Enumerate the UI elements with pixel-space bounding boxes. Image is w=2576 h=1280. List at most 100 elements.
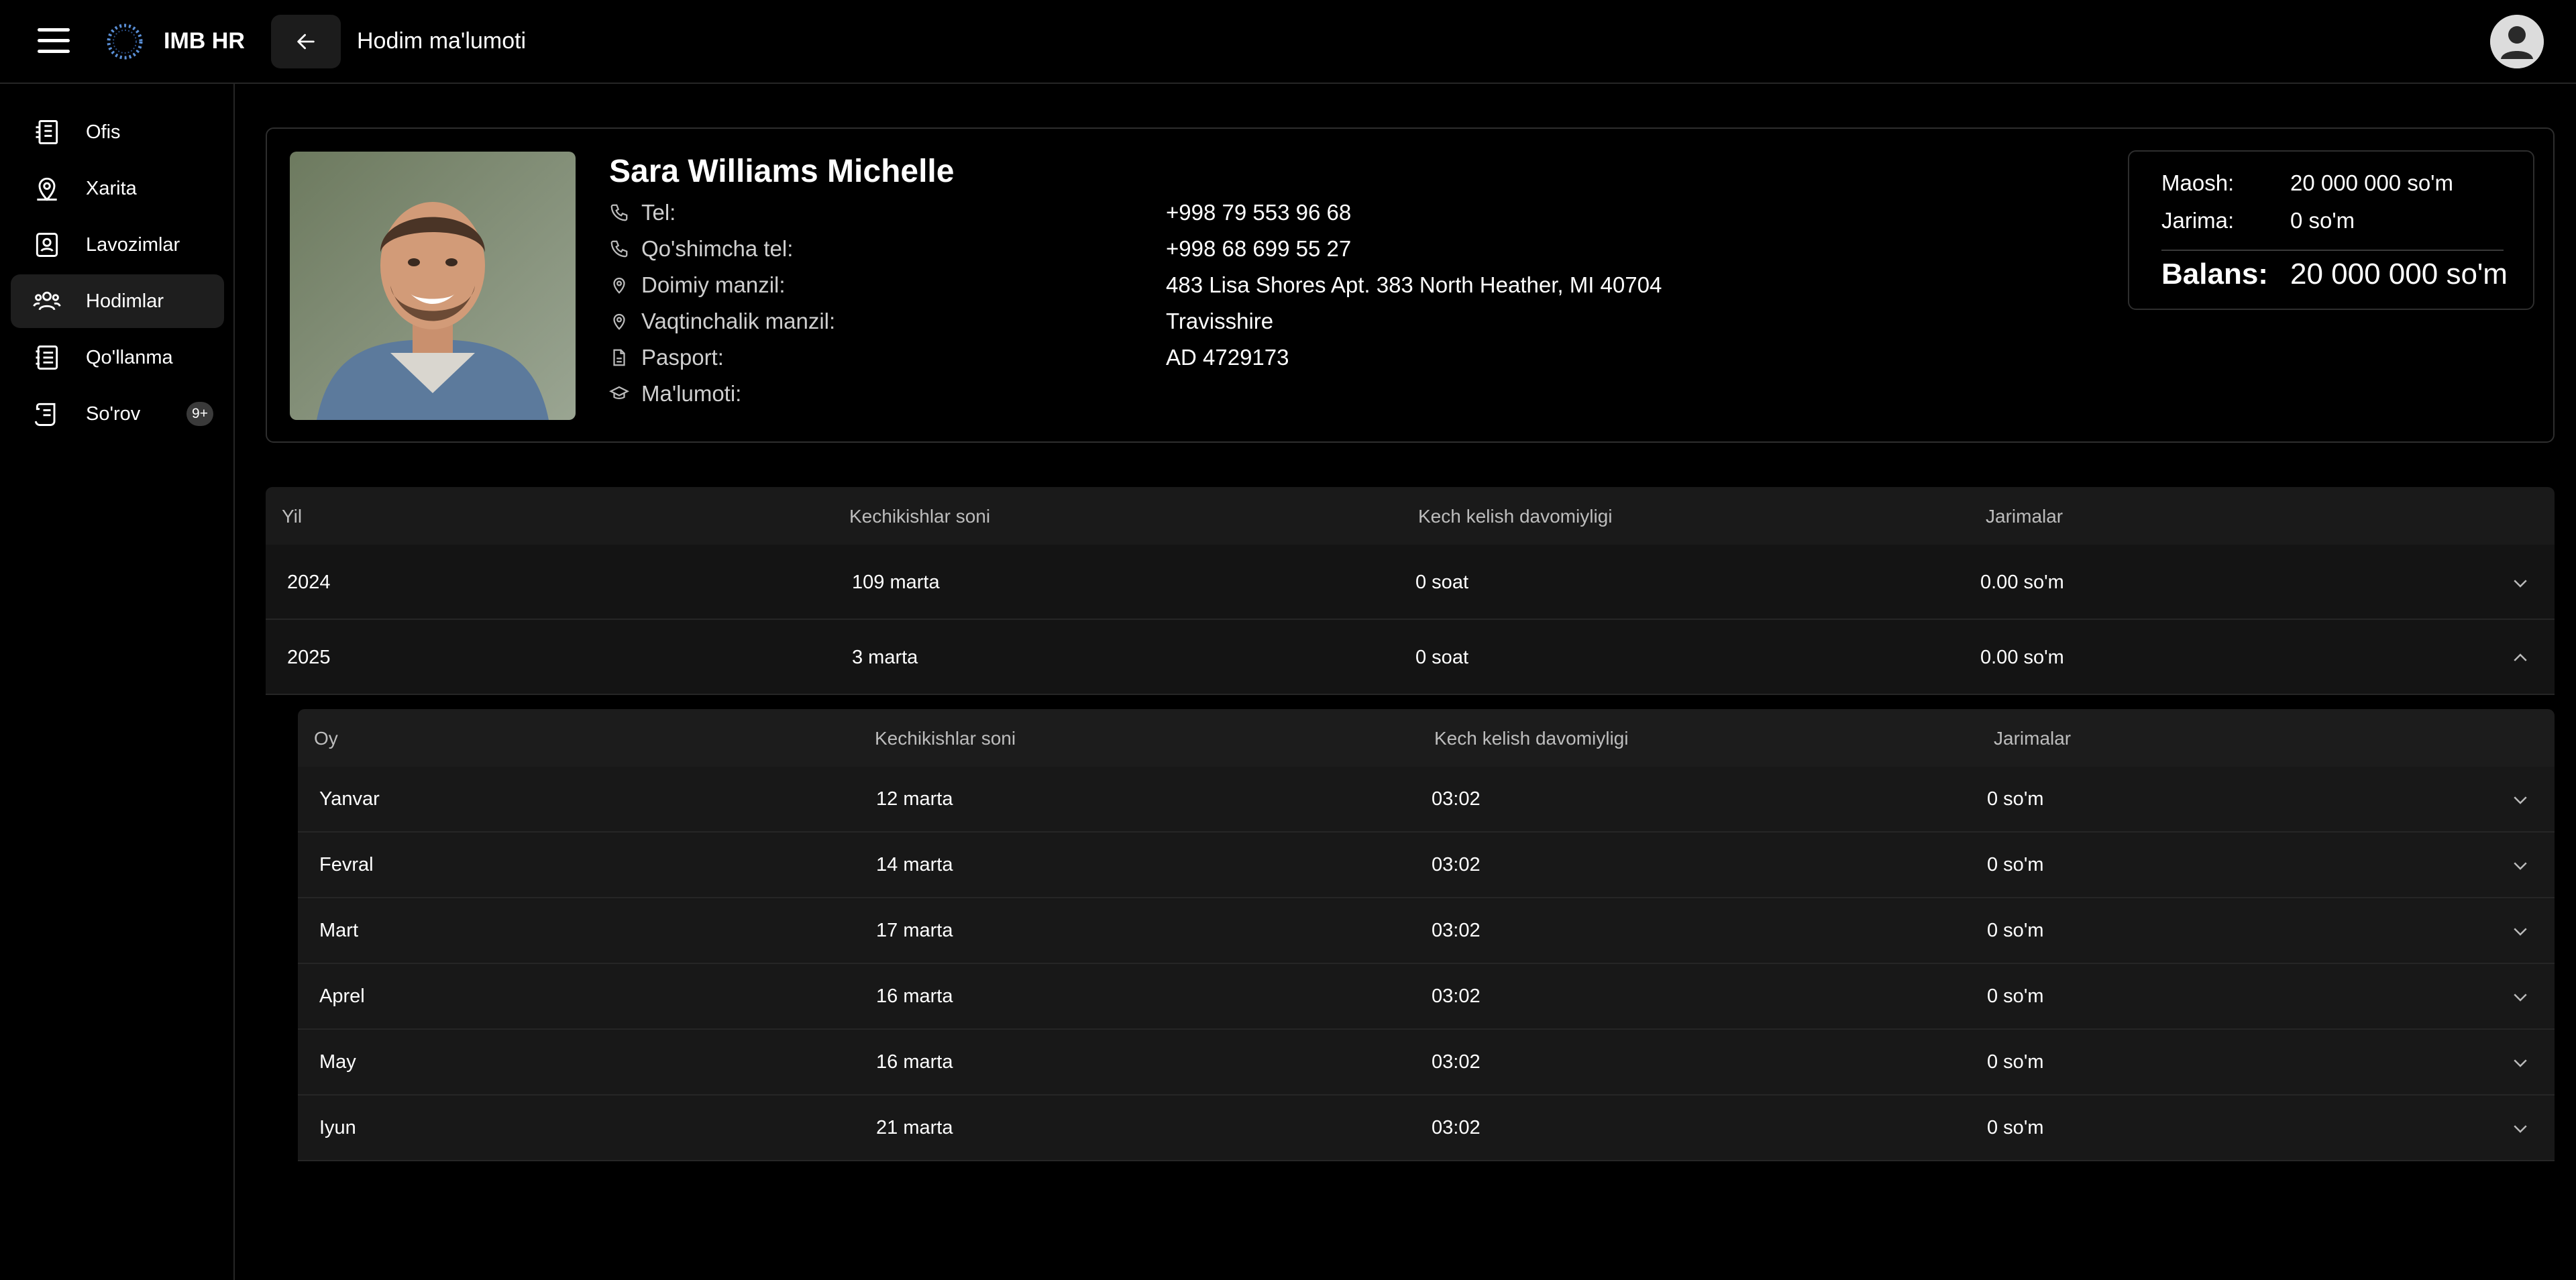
field-label: Pasport: (641, 345, 724, 370)
top-bar: IMB HR Hodim ma'lumoti (0, 0, 2576, 84)
sidebar-item-qollanma[interactable]: Qo'llanma (11, 331, 224, 384)
employee-photo (290, 152, 576, 420)
chevron-down-icon[interactable] (2510, 1118, 2530, 1138)
graduation-cap-icon (609, 386, 629, 399)
duration-cell: 03:02 (1432, 788, 1481, 810)
month-cell: Mart (319, 920, 358, 941)
fines-cell: 0 so'm (1987, 1051, 2044, 1073)
month-cell: Aprel (319, 985, 365, 1007)
brand-name: IMB HR (164, 28, 245, 54)
arrow-left-icon (297, 34, 315, 50)
notification-badge: 9+ (186, 402, 213, 426)
document-icon (613, 349, 625, 366)
users-icon (33, 291, 61, 311)
duration-cell: 03:02 (1432, 1051, 1481, 1073)
sidebar-item-label: Qo'llanma (86, 347, 173, 368)
sidebar-item-xarita[interactable]: Xarita (11, 162, 224, 215)
field-value: Travisshire (1166, 309, 1274, 333)
count-cell: 16 marta (876, 1051, 953, 1073)
page-title: Hodim ma'lumoti (357, 28, 527, 54)
fines-cell: 0 so'm (1987, 854, 2044, 875)
duration-cell: 03:02 (1432, 920, 1481, 941)
notebook-icon (36, 345, 58, 370)
fines-cell: 0 so'm (1987, 1117, 2044, 1138)
fines-cell: 0.00 so'm (1980, 572, 2064, 593)
location-icon (613, 277, 625, 294)
divider (2161, 250, 2504, 251)
user-icon (2490, 15, 2544, 68)
duration-cell: 0 soat (1415, 572, 1468, 593)
column-header: Jarimalar (1994, 728, 2072, 749)
fine-label: Jarima: (2161, 208, 2235, 233)
chevron-up-icon[interactable] (2510, 648, 2530, 668)
profile-card: Sara Williams Michelle Tel: +998 79 553 … (266, 127, 2555, 443)
duration-cell: 03:02 (1432, 985, 1481, 1007)
balance-box: Maosh: 20 000 000 so'm Jarima: 0 so'm Ba… (2128, 150, 2534, 310)
chevron-down-icon[interactable] (2510, 573, 2530, 593)
salary-label: Maosh: (2161, 170, 2235, 195)
duration-cell: 03:02 (1432, 854, 1481, 875)
sidebar-item-label: Xarita (86, 178, 137, 199)
column-header: Jarimalar (1986, 506, 2063, 527)
month-row[interactable]: Yanvar 12 marta 03:02 0 so'm (298, 767, 2555, 833)
column-header: Kech kelish davomiyligi (1434, 728, 1629, 749)
map-pin-icon (37, 177, 57, 201)
location-icon (613, 313, 625, 330)
chevron-down-icon[interactable] (2510, 855, 2530, 875)
chevron-down-icon[interactable] (2510, 790, 2530, 810)
field-label: Qo'shimcha tel: (641, 236, 794, 261)
chevron-down-icon[interactable] (2510, 921, 2530, 941)
year-row[interactable]: 2025 3 marta 0 soat 0.00 so'm (266, 620, 2555, 695)
sidebar-item-hodimlar[interactable]: Hodimlar (11, 274, 224, 328)
fine-value: 0 so'm (2290, 208, 2355, 233)
month-row[interactable]: Mart 17 marta 03:02 0 so'm (298, 898, 2555, 964)
salary-value: 20 000 000 so'm (2290, 170, 2453, 195)
fines-cell: 0 so'm (1987, 920, 2044, 941)
id-badge-icon (36, 233, 58, 257)
count-cell: 14 marta (876, 854, 953, 875)
count-cell: 17 marta (876, 920, 953, 941)
column-header: Oy (314, 728, 338, 749)
year-cell: 2024 (287, 572, 331, 593)
year-row[interactable]: 2024 109 marta 0 soat 0.00 so'm (266, 545, 2555, 620)
duration-cell: 0 soat (1415, 647, 1468, 668)
user-avatar[interactable] (2490, 15, 2544, 68)
request-scroll-icon (35, 403, 56, 426)
column-header: Kechikishlar soni (875, 728, 1016, 749)
phone-icon (610, 204, 628, 221)
count-cell: 21 marta (876, 1117, 953, 1138)
hamburger-menu-icon[interactable] (38, 28, 70, 55)
field-value: 483 Lisa Shores Apt. 383 North Heather, … (1166, 272, 1662, 297)
month-row[interactable]: May 16 marta 03:02 0 so'm (298, 1030, 2555, 1096)
column-header: Yil (282, 506, 303, 527)
sidebar-item-label: Lavozimlar (86, 234, 180, 256)
month-row[interactable]: Fevral 14 marta 03:02 0 so'm (298, 833, 2555, 898)
column-header: Kechikishlar soni (849, 506, 991, 527)
month-row[interactable]: Aprel 16 marta 03:02 0 so'm (298, 964, 2555, 1030)
sidebar-item-label: Ofis (86, 121, 121, 143)
month-cell: May (319, 1051, 356, 1073)
month-row[interactable]: Iyun 21 marta 03:02 0 so'm (298, 1096, 2555, 1161)
balance-value: 20 000 000 so'm (2290, 258, 2508, 290)
count-cell: 16 marta (876, 985, 953, 1007)
column-header: Kech kelish davomiyligi (1418, 506, 1613, 527)
chevron-down-icon[interactable] (2510, 1053, 2530, 1073)
field-value: AD 4729173 (1166, 345, 1289, 370)
chevron-down-icon[interactable] (2510, 987, 2530, 1007)
sidebar-item-ofis[interactable]: Ofis (11, 105, 224, 159)
field-label: Ma'lumoti: (641, 381, 742, 406)
office-building-icon (36, 120, 58, 144)
sidebar: Ofis Xarita Lavozimlar Hodimlar Qo'llanm… (0, 84, 235, 1280)
count-cell: 3 marta (852, 647, 918, 668)
employee-name: Sara Williams Michelle (609, 154, 955, 189)
back-button[interactable] (271, 15, 341, 68)
balance-label: Balans: (2161, 258, 2268, 290)
fines-cell: 0.00 so'm (1980, 647, 2064, 668)
fines-cell: 0 so'm (1987, 985, 2044, 1007)
phone-icon (610, 240, 628, 258)
count-cell: 12 marta (876, 788, 953, 810)
year-cell: 2025 (287, 647, 331, 668)
sidebar-item-lavozimlar[interactable]: Lavozimlar (11, 218, 224, 272)
sidebar-item-sorov[interactable]: So'rov 9+ (11, 387, 224, 441)
field-value: +998 68 699 55 27 (1166, 236, 1352, 261)
